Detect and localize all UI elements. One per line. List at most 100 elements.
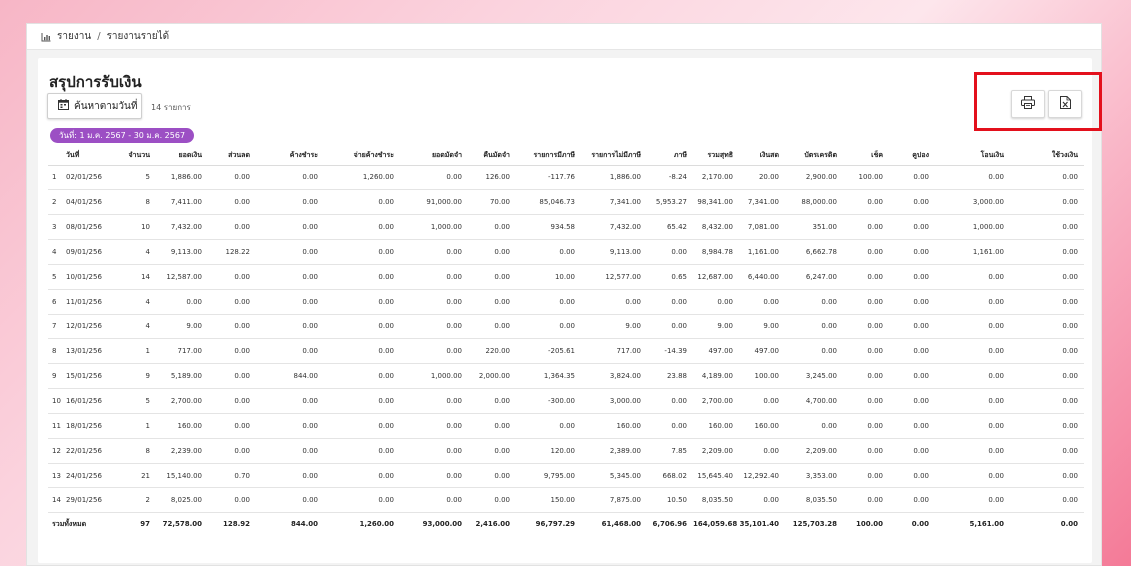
- table-cell: 12,687.00: [693, 264, 739, 290]
- table-cell: 0.00: [468, 289, 516, 315]
- col-header[interactable]: รายการไม่มีภาษี: [581, 147, 647, 166]
- print-button[interactable]: [1011, 90, 1045, 118]
- row-number: 14: [52, 496, 61, 505]
- table-cell: 7,432.00: [156, 214, 208, 241]
- table-cell: 0.00: [935, 463, 1010, 489]
- table-cell: -8.24: [647, 165, 693, 191]
- row-date-cell: 7 12/01/2567: [48, 314, 102, 340]
- table-cell: 98,341.00: [693, 189, 739, 216]
- table-row: 102/01/256751,886.000.000.001,260.000.00…: [48, 165, 1084, 191]
- date-range-text: วันที่: 1 ม.ค. 2567 - 30 ม.ค. 2567: [59, 131, 186, 140]
- table-cell: 70.00: [468, 189, 516, 216]
- table-cell: 1: [102, 338, 156, 365]
- table-cell: 160.00: [156, 413, 208, 439]
- table-cell: 0.00: [889, 289, 935, 315]
- table-cell: 0.00: [739, 438, 785, 464]
- table-cell: 0.00: [208, 338, 256, 365]
- total-cell: 97: [140, 520, 150, 529]
- table-row: 409/01/256749,113.00128.220.000.000.000.…: [48, 239, 1084, 265]
- col-header[interactable]: โอนเงิน: [935, 147, 1010, 166]
- col-header[interactable]: คืนมัดจำ: [468, 147, 516, 166]
- table-cell: 15,140.00: [156, 463, 208, 489]
- table-cell: 0.00: [256, 289, 324, 315]
- table-row: 1324/01/25672115,140.000.700.000.000.000…: [48, 463, 1084, 489]
- table-cell: 0.00: [785, 413, 843, 439]
- col-header[interactable]: ค้างชำระ: [256, 147, 324, 166]
- breadcrumb-current: รายงานรายได้: [106, 31, 170, 42]
- table-cell: 5,953.27: [647, 189, 693, 216]
- col-header[interactable]: เช็ค: [843, 147, 889, 166]
- table-cell: 0.00: [935, 413, 1010, 439]
- table-cell: 100.00: [843, 165, 889, 191]
- row-number: 11: [52, 421, 61, 430]
- col-header[interactable]: เงินสด: [739, 147, 785, 166]
- row-number: 3: [52, 223, 57, 232]
- row-date: 15/01/2567: [66, 372, 102, 381]
- table-cell: 0.00: [516, 413, 581, 439]
- col-header[interactable]: ยอดมัดจำ: [400, 147, 468, 166]
- table-cell: 12,577.00: [581, 264, 647, 290]
- table-cell: 2,000.00: [468, 363, 516, 390]
- table-cell: 0.00: [324, 239, 400, 265]
- breadcrumb: รายงาน / รายงานรายได้: [27, 24, 1101, 50]
- table-cell: 0.00: [693, 289, 739, 315]
- col-header[interactable]: รวมสุทธิ: [693, 147, 739, 166]
- col-header[interactable]: ใช้วงเงิน: [1010, 147, 1084, 166]
- table-cell: 0.00: [324, 363, 400, 390]
- table-cell: 0.00: [324, 189, 400, 216]
- table-cell: 0.00: [1010, 165, 1084, 191]
- row-date: 13/01/2567: [66, 347, 102, 356]
- table-cell: 0.70: [208, 463, 256, 489]
- total-cell: 0.00: [911, 520, 929, 529]
- row-number: 5: [52, 272, 57, 281]
- total-cell: 72,578.00: [162, 520, 202, 529]
- col-header[interactable]: บัตรเครดิต: [785, 147, 843, 166]
- table-cell: 0.00: [256, 214, 324, 241]
- col-header[interactable]: ส่วนลด: [208, 147, 256, 166]
- table-cell: 0.00: [324, 463, 400, 489]
- table-cell: 0.00: [1010, 388, 1084, 414]
- row-number: 2: [52, 198, 57, 207]
- table-cell: 0.00: [400, 463, 468, 489]
- calendar-icon: [58, 99, 69, 113]
- table-cell: 2,700.00: [156, 388, 208, 414]
- table-cell: 0.00: [1010, 487, 1084, 514]
- table-cell: 0.00: [889, 463, 935, 489]
- total-cell: 1,260.00: [359, 520, 394, 529]
- col-header[interactable]: คูปอง: [889, 147, 935, 166]
- table-cell: 0.00: [785, 289, 843, 315]
- export-excel-button[interactable]: [1048, 90, 1082, 118]
- table-cell: 0.00: [1010, 463, 1084, 489]
- breadcrumb-root[interactable]: รายงาน: [57, 29, 91, 44]
- table-cell: 10.00: [516, 264, 581, 290]
- table-cell: 0.00: [889, 487, 935, 514]
- table-cell: 9.00: [693, 314, 739, 340]
- table-cell: 0.00: [647, 314, 693, 340]
- table-cell: 0.00: [324, 338, 400, 365]
- table-cell: 0.00: [256, 413, 324, 439]
- table-cell: 0.00: [647, 413, 693, 439]
- total-cell: 93,000.00: [422, 520, 462, 529]
- col-header[interactable]: ยอดเงิน: [156, 147, 208, 166]
- table-cell: 3,353.00: [785, 463, 843, 489]
- col-header[interactable]: รายการมีภาษี: [516, 147, 581, 166]
- table-cell: 0.00: [256, 463, 324, 489]
- table-cell: 120.00: [516, 438, 581, 464]
- table-cell: 150.00: [516, 487, 581, 514]
- col-header[interactable]: จำนวน: [102, 147, 156, 166]
- table-cell: 0.00: [581, 289, 647, 315]
- table-cell: 0.00: [935, 363, 1010, 390]
- table-cell: 8: [102, 189, 156, 216]
- table-cell: 1,886.00: [156, 165, 208, 191]
- table-cell: 0.00: [1010, 189, 1084, 216]
- search-by-date-button[interactable]: ค้นหาตามวันที่: [47, 93, 142, 119]
- col-header[interactable]: วันที่: [48, 147, 102, 166]
- col-header[interactable]: ภาษี: [647, 147, 693, 166]
- table-cell: 0.00: [889, 413, 935, 439]
- col-header[interactable]: จ่ายค้างชำระ: [324, 147, 400, 166]
- total-cell: 35,101.40: [739, 520, 779, 529]
- table-cell: 0.00: [256, 388, 324, 414]
- table-cell: 0.00: [256, 264, 324, 290]
- table-cell: 12,292.40: [739, 463, 785, 489]
- table-row: 1016/01/256752,700.000.000.000.000.000.0…: [48, 388, 1084, 414]
